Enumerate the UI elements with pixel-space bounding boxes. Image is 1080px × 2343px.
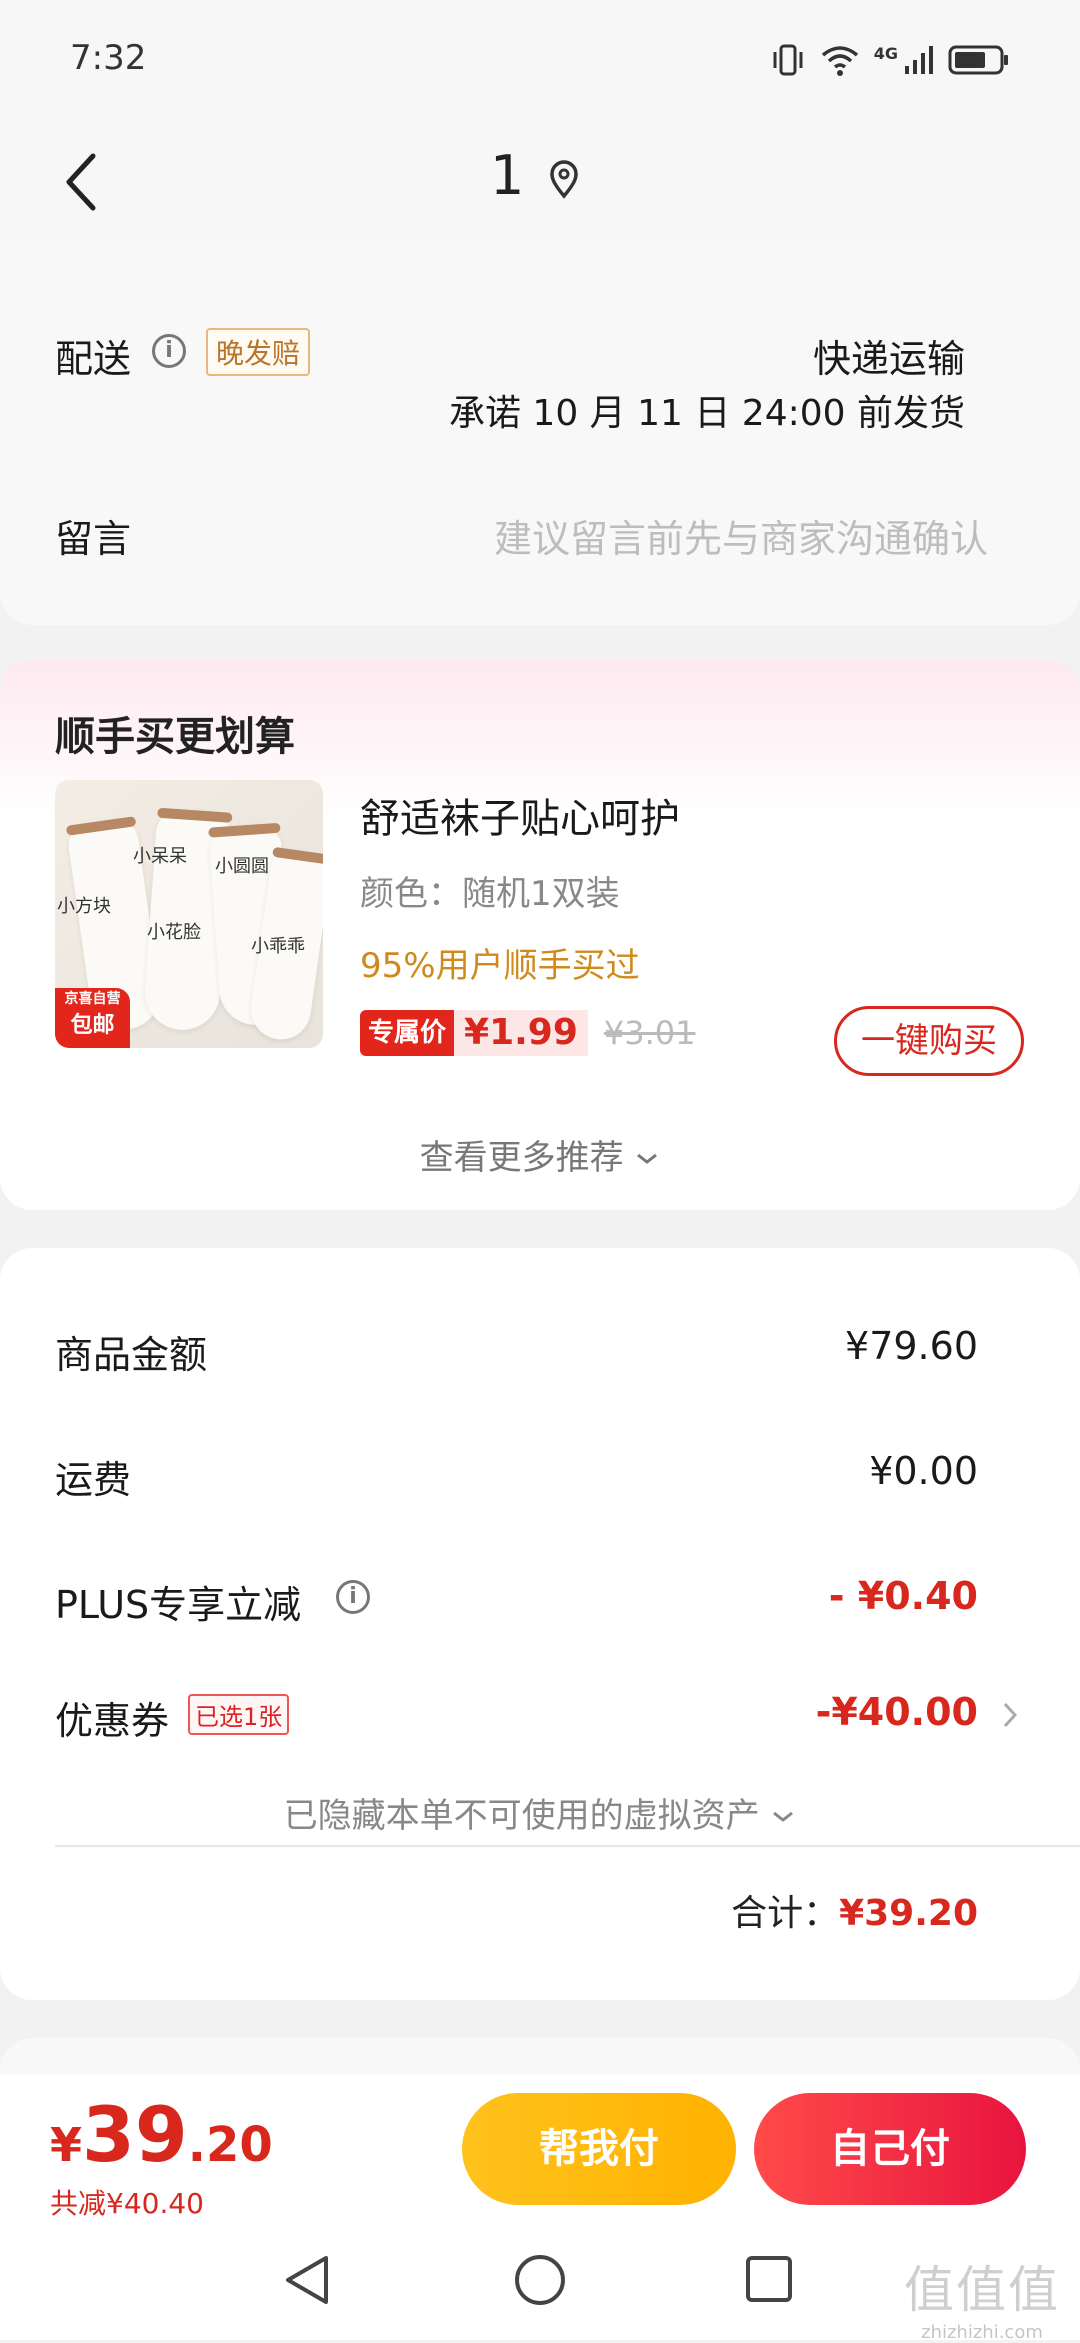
goods-amount-value: ¥79.60 <box>845 1324 978 1368</box>
info-icon[interactable]: i <box>336 1580 370 1614</box>
message-label: 留言 <box>55 517 132 561</box>
addon-product-spec: 颜色：随机1双装 <box>360 874 620 914</box>
badge-line1: 京喜自营 <box>64 991 121 1007</box>
delivery-promise: 承诺 10 月 11 日 24:00 前发货 <box>448 393 965 434</box>
message-input[interactable]: 建议留言前先与商家沟通确认 <box>494 508 988 563</box>
chevron-down-icon <box>637 1153 658 1164</box>
jd-self-operated-badge: 京喜自营 包邮 <box>55 988 130 1048</box>
status-icons: 4G <box>770 40 1010 80</box>
divider <box>55 1845 1080 1847</box>
see-more-recommendations[interactable]: 查看更多推荐 <box>0 1130 1080 1179</box>
network-label: 4G <box>873 43 898 63</box>
location-pin-icon[interactable] <box>548 160 580 200</box>
addon-section-title: 顺手买更划算 <box>55 714 295 760</box>
thumb-text: 小圆圆 <box>215 856 269 877</box>
status-time: 7:32 <box>70 38 147 78</box>
coupon-value[interactable]: -¥40.00 <box>816 1690 978 1734</box>
delivery-method: 快递运输 <box>812 337 965 381</box>
thumb-text: 小呆呆 <box>133 846 187 867</box>
thumb-text: 小方块 <box>57 896 111 917</box>
late-compensation-tag: 晚发赔 <box>206 328 311 376</box>
shipping-label: 运费 <box>55 1458 132 1502</box>
vibrate-icon <box>773 44 803 76</box>
shipping-value: ¥0.00 <box>869 1449 978 1493</box>
watermark: 值值值 zhizhizhi.com <box>904 2250 1060 2343</box>
one-click-buy-button[interactable]: 一键购买 <box>834 1006 1024 1076</box>
signal-icon <box>905 46 933 74</box>
exclusive-price-label: 专属价 <box>360 1010 455 1056</box>
pay-dec: .20 <box>187 2117 273 2173</box>
coupon-selected-tag: 已选1张 <box>188 1694 290 1735</box>
addon-social-proof: 95%用户顺手买过 <box>360 946 640 986</box>
total-saved: 共减¥40.40 <box>50 2187 204 2220</box>
pay-total: ¥39.20 <box>50 2090 273 2179</box>
delivery-label: 配送 <box>55 337 132 381</box>
exclusive-price-value: ¥1.99 <box>454 1010 588 1056</box>
page-title: 1 <box>490 144 525 207</box>
total-row: 合计：¥39.20 <box>731 1884 978 1936</box>
chevron-down-icon <box>773 1811 794 1822</box>
battery-icon <box>948 45 1008 75</box>
pay-currency: ¥ <box>50 2118 83 2172</box>
thumb-text: 小花脸 <box>147 922 201 943</box>
goods-amount-label: 商品金额 <box>55 1333 208 1377</box>
watermark-text: 值值值 <box>904 2261 1060 2319</box>
badge-line2: 包邮 <box>70 1013 115 1038</box>
home-circle-icon[interactable] <box>512 2252 568 2308</box>
pay-int: 39 <box>82 2090 188 2179</box>
thumb-text: 小乖乖 <box>251 936 305 957</box>
status-bar: 7:32 4G <box>0 0 1080 120</box>
pay-for-me-button[interactable]: 帮我付 <box>462 2093 736 2205</box>
plus-discount-value: - ¥0.40 <box>828 1574 978 1618</box>
recents-square-icon[interactable] <box>744 2254 794 2304</box>
wifi-icon <box>821 46 858 76</box>
exclusive-price: 专属价 ¥1.99 ¥3.01 <box>360 1010 696 1056</box>
info-icon[interactable]: i <box>152 334 186 368</box>
back-arrow-icon[interactable] <box>55 142 115 222</box>
plus-discount-label: PLUS专享立减 <box>55 1583 302 1627</box>
addon-product-name[interactable]: 舒适袜子贴心呵护 <box>360 786 680 844</box>
coupon-label: 优惠券 <box>55 1699 170 1743</box>
chevron-right-icon[interactable] <box>1000 1700 1020 1730</box>
see-more-label: 查看更多推荐 <box>419 1138 624 1178</box>
total-value: ¥39.20 <box>839 1893 978 1934</box>
hidden-assets-label: 已隐藏本单不可使用的虚拟资产 <box>283 1796 760 1836</box>
original-price: ¥3.01 <box>603 1014 696 1052</box>
back-triangle-icon[interactable] <box>282 2252 332 2308</box>
hidden-assets-toggle[interactable]: 已隐藏本单不可使用的虚拟资产 <box>0 1788 1080 1837</box>
total-label: 合计： <box>731 1893 840 1934</box>
nav-bar: 1 <box>0 120 1080 240</box>
pay-self-button[interactable]: 自己付 <box>754 2093 1026 2205</box>
